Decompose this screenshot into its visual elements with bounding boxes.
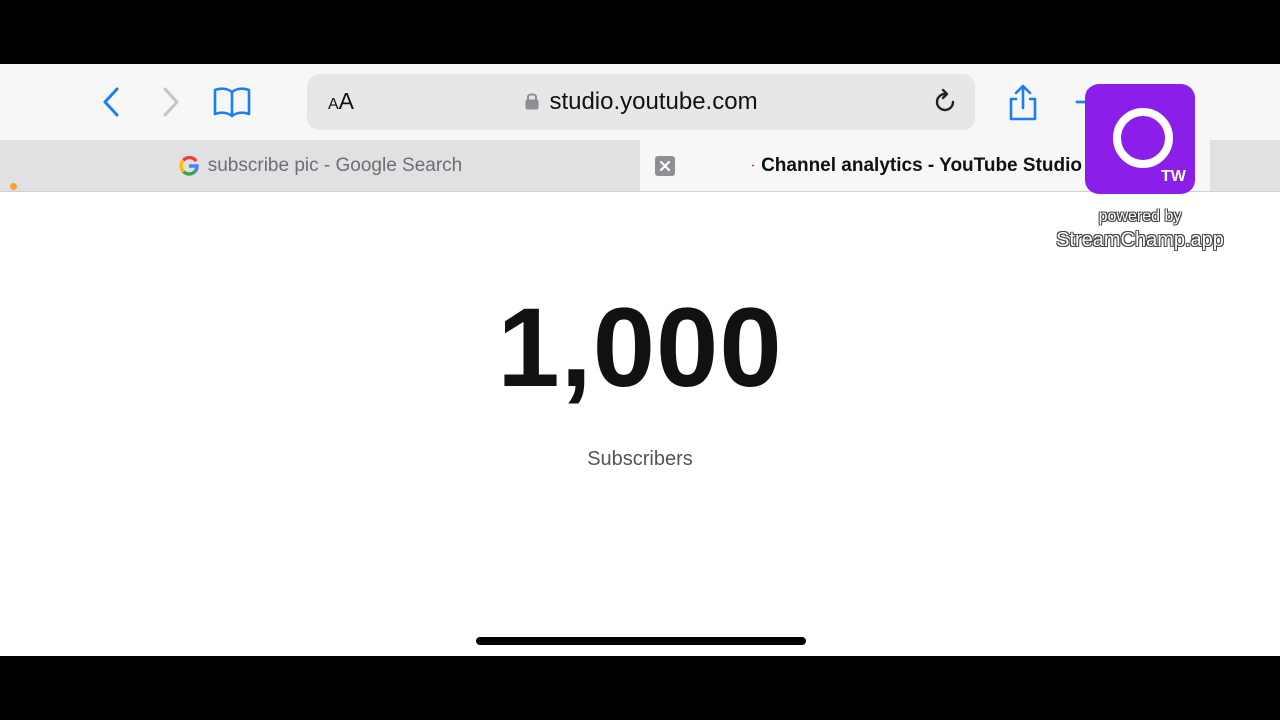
address-bar[interactable]: A A studio.youtube.com bbox=[307, 74, 975, 130]
record-ring-icon bbox=[1113, 108, 1173, 168]
powered-by-text: powered by bbox=[1098, 208, 1182, 225]
tab-title: Channel analytics - YouTube Studio bbox=[761, 154, 1082, 176]
streamchamp-logo: TW bbox=[1085, 84, 1195, 194]
forward-button[interactable] bbox=[150, 80, 190, 124]
reload-icon bbox=[935, 88, 955, 112]
chevron-left-icon bbox=[103, 87, 119, 117]
google-icon bbox=[179, 155, 199, 176]
logo-badge-label: TW bbox=[1161, 168, 1186, 185]
reload-button[interactable] bbox=[929, 86, 961, 118]
youtube-icon bbox=[752, 164, 755, 167]
close-icon bbox=[659, 160, 671, 172]
close-tab-button[interactable] bbox=[655, 156, 675, 176]
lock-icon bbox=[525, 93, 539, 110]
subscriber-label: Subscribers bbox=[587, 448, 693, 470]
tab-title: subscribe pic - Google Search bbox=[207, 154, 463, 176]
bookmarks-button[interactable] bbox=[206, 80, 258, 124]
tab-youtube-content: Channel analytics - YouTube Studio bbox=[752, 140, 1082, 191]
url-text: studio.youtube.com bbox=[549, 88, 758, 115]
url-display: studio.youtube.com bbox=[307, 74, 975, 130]
letterbox-bottom bbox=[0, 656, 1280, 720]
open-book-icon bbox=[213, 87, 251, 118]
letterbox-top bbox=[0, 0, 1280, 64]
share-icon bbox=[1009, 84, 1037, 121]
subscriber-count: 1,000 bbox=[497, 285, 783, 410]
brand-text: StreamChamp.app bbox=[1056, 229, 1224, 251]
tab-google-search[interactable]: subscribe pic - Google Search bbox=[0, 140, 640, 191]
home-indicator[interactable] bbox=[476, 637, 806, 645]
back-button[interactable] bbox=[92, 80, 132, 124]
chevron-right-icon bbox=[163, 87, 179, 117]
share-button[interactable] bbox=[1000, 78, 1046, 126]
activity-indicator-dot bbox=[10, 183, 17, 190]
